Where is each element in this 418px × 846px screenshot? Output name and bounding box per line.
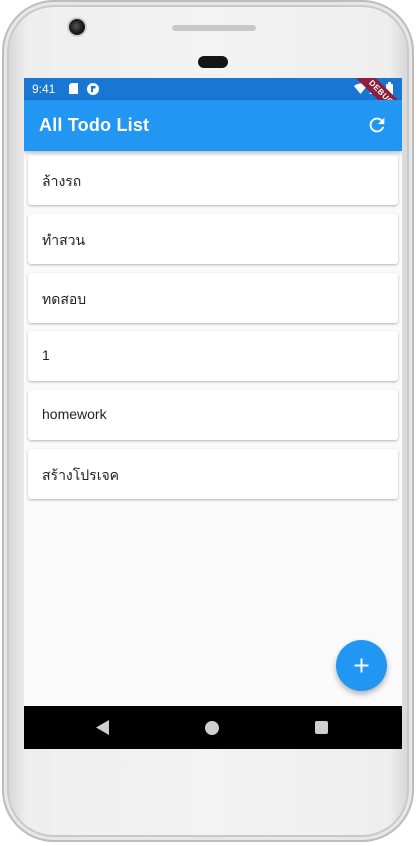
todo-item-label: ทำสวน bbox=[42, 232, 86, 248]
todo-item-label: homework bbox=[42, 406, 107, 422]
status-time: 9:41 bbox=[32, 82, 56, 96]
earpiece-speaker bbox=[172, 25, 256, 31]
refresh-icon bbox=[369, 117, 385, 133]
back-icon bbox=[96, 720, 109, 735]
android-nav-bar bbox=[24, 706, 402, 749]
recents-icon[interactable] bbox=[315, 721, 328, 734]
todo-item-label: ทดสอบ bbox=[42, 291, 87, 307]
todo-item[interactable]: ล้างรถ bbox=[28, 155, 398, 205]
app-bar-title: All Todo List bbox=[39, 115, 150, 135]
todo-item[interactable]: ทดสอบ bbox=[28, 273, 398, 323]
app-notification-icon bbox=[87, 83, 99, 98]
sd-card-icon bbox=[69, 83, 78, 97]
device-screen: 9:41 DEBUG All Todo List ล้างรถ ทำสวน ทด… bbox=[24, 78, 402, 749]
front-camera bbox=[69, 19, 85, 35]
add-todo-button[interactable] bbox=[336, 640, 387, 691]
todo-item[interactable]: 1 bbox=[28, 331, 398, 381]
back-button[interactable] bbox=[96, 720, 110, 740]
todo-item-label: ล้างรถ bbox=[42, 173, 82, 189]
todo-item-label: สร้างโปรเจค bbox=[42, 467, 120, 483]
app-bar: All Todo List bbox=[24, 100, 402, 151]
phone-frame: 9:41 DEBUG All Todo List ล้างรถ ทำสวน ทด… bbox=[2, 0, 414, 842]
proximity-sensor bbox=[198, 56, 228, 68]
todo-item[interactable]: สร้างโปรเจค bbox=[28, 449, 398, 499]
home-icon[interactable] bbox=[205, 721, 219, 735]
todo-item[interactable]: ทำสวน bbox=[28, 214, 398, 264]
plus-icon bbox=[354, 658, 369, 673]
status-bar: 9:41 DEBUG bbox=[24, 78, 402, 130]
todo-item[interactable]: homework bbox=[28, 390, 398, 440]
todo-item-label: 1 bbox=[42, 347, 50, 363]
refresh-button[interactable] bbox=[366, 114, 388, 136]
